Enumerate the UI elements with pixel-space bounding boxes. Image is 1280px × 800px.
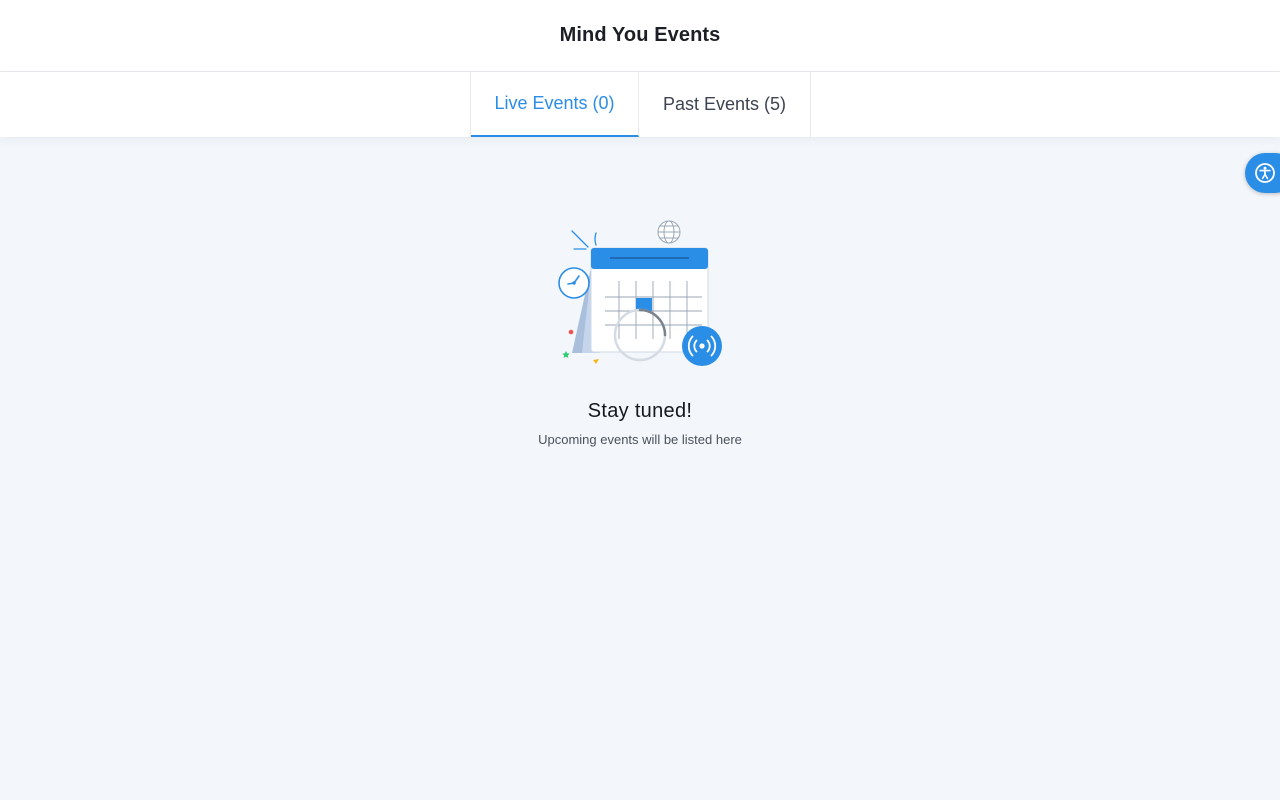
globe-icon (657, 220, 681, 244)
accessibility-icon (1255, 163, 1275, 183)
event-tabs: Live Events (0) Past Events (5) (470, 72, 811, 137)
accessibility-button[interactable] (1245, 153, 1280, 193)
confetti-star (562, 351, 570, 358)
ray-lines (571, 230, 597, 250)
empty-state-title: Stay tuned! (587, 400, 693, 422)
app-header: Mind You Events (0, 0, 1280, 72)
page-title: Mind You Events (559, 24, 721, 46)
confetti-dot (568, 329, 574, 335)
tab-past-events[interactable]: Past Events (5) (639, 72, 811, 137)
tab-live-events[interactable]: Live Events (0) (471, 72, 639, 137)
event-tabs-bar: Live Events (0) Past Events (5) (0, 72, 1280, 137)
calendar-live-illustration (552, 215, 728, 370)
confetti-triangle (593, 359, 599, 364)
empty-state-subtitle: Upcoming events will be listed here (538, 432, 742, 447)
clock-icon (558, 267, 590, 299)
live-broadcast-icon (682, 326, 722, 366)
